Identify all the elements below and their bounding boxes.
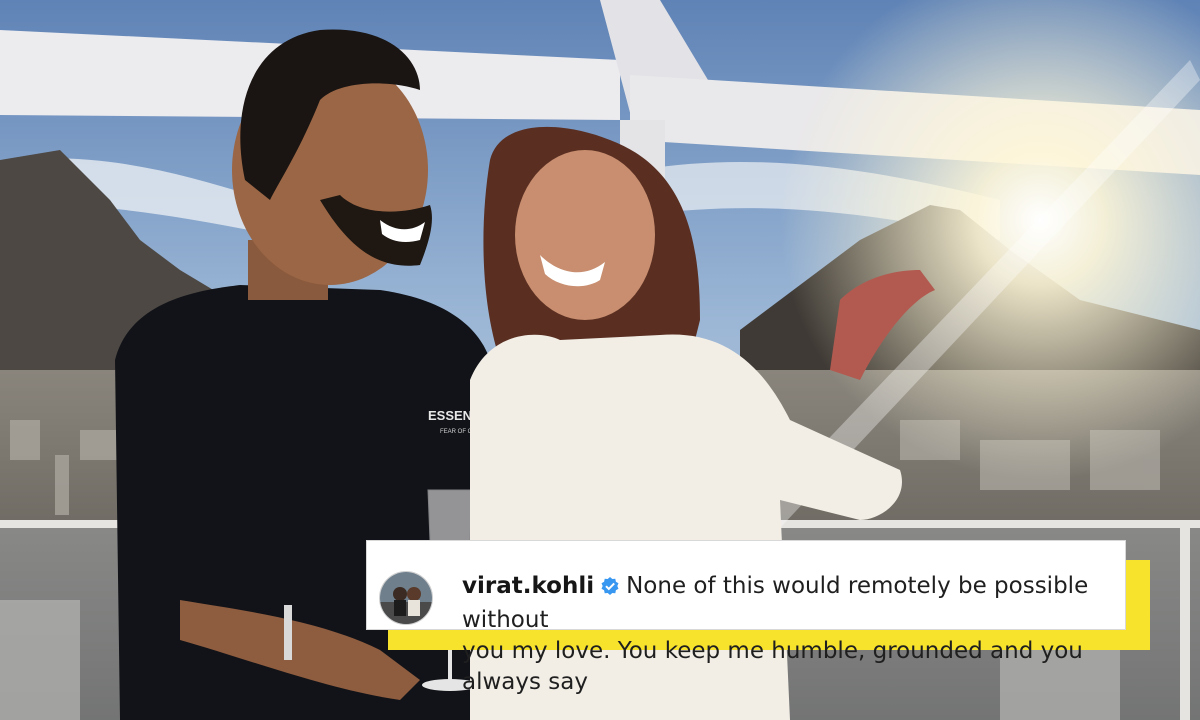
instagram-caption-card: virat.kohli None of this would remotely b… [366, 540, 1126, 695]
woman-face [515, 150, 655, 320]
avatar-icon [380, 572, 432, 624]
bracelet-icon [284, 605, 292, 660]
caption-callout: virat.kohli None of this would remotely b… [366, 540, 1150, 695]
caption-line-2: you my love. You keep me humble, grounde… [462, 638, 1083, 695]
verified-badge-icon [600, 574, 620, 605]
avatar[interactable] [379, 571, 433, 625]
caption-text: virat.kohli None of this would remotely b… [462, 571, 1122, 698]
username-link[interactable]: virat.kohli [462, 573, 594, 599]
